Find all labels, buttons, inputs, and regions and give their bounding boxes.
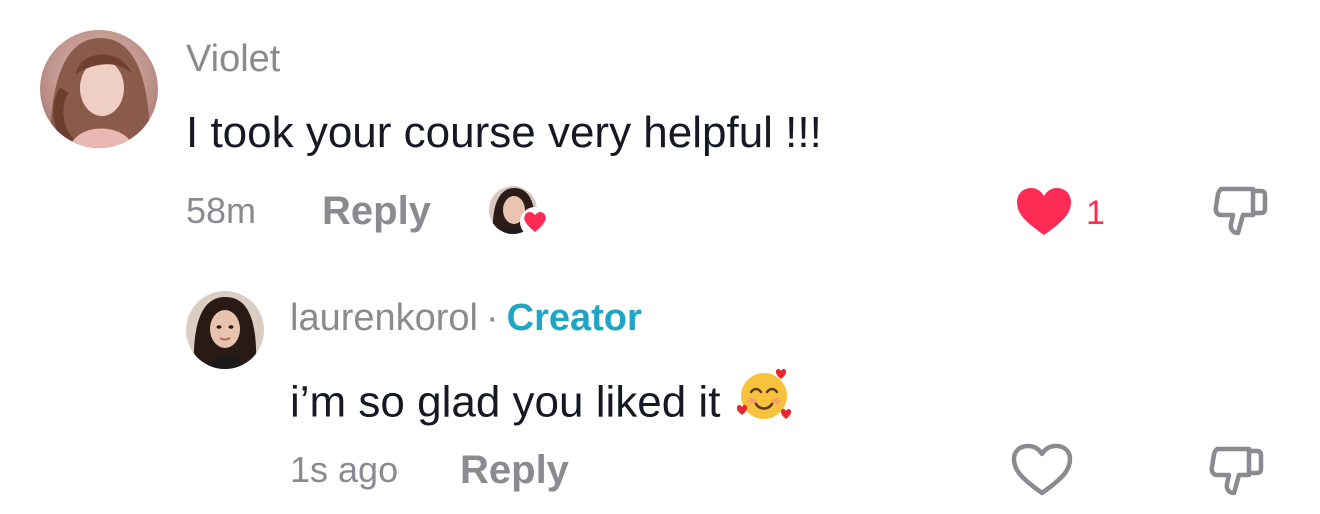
commenter-username[interactable]: Violet [186,40,280,78]
comment-timestamp: 58m [186,190,257,231]
reply-timestamp: 1s ago [290,449,399,490]
creator-badge: Creator [506,297,642,339]
thumbs-down-icon [1209,446,1264,496]
commenter-avatar[interactable] [40,30,158,148]
thumbs-down-icon [1213,186,1268,236]
smiling-face-with-hearts-icon [734,365,794,433]
like-count: 1 [1086,194,1105,232]
creator-liked-badge [487,184,553,240]
comment-text: I took your course very helpful !!! [186,108,822,157]
reply-button[interactable]: Reply [322,191,431,231]
heart-icon [1017,188,1071,235]
like-button[interactable] [1014,187,1074,237]
creator-liked-avatar-icon [489,186,550,237]
reply-username[interactable]: laurenkorol [290,297,478,339]
reply-avatar[interactable] [186,291,264,369]
dislike-button[interactable] [1207,183,1273,239]
reply-text: i’m so glad you liked it [290,377,721,427]
reply-like-button[interactable] [1009,443,1075,497]
reply-dislike-button[interactable] [1203,443,1269,499]
reply-reply-button[interactable]: Reply [460,450,569,490]
heart-outline-icon [1011,443,1073,496]
separator-dot: · [486,297,499,339]
reply-author-line: laurenkorol · Creator [290,299,642,337]
reply-text-line: i’m so glad you liked it [290,368,794,439]
